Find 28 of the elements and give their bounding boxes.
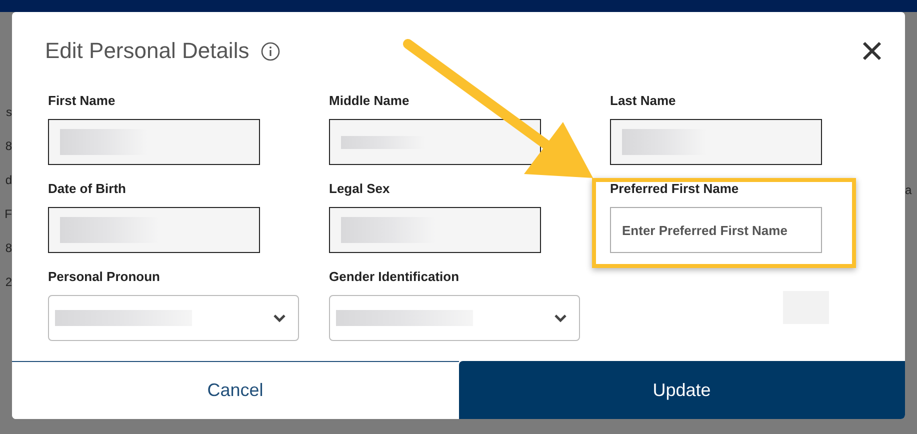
field-label: Middle Name bbox=[329, 93, 410, 108]
dialog-title: Edit Personal Details bbox=[45, 38, 250, 64]
field-label: Legal Sex bbox=[329, 181, 391, 196]
text-field[interactable] bbox=[48, 207, 260, 253]
background-text: 2 bbox=[5, 274, 12, 291]
background-text: d bbox=[5, 172, 12, 189]
cancel-button[interactable]: Cancel bbox=[12, 361, 458, 419]
text-field[interactable] bbox=[329, 119, 541, 165]
background-text: s bbox=[6, 104, 12, 121]
text-field[interactable] bbox=[48, 119, 260, 165]
text-field[interactable] bbox=[329, 207, 541, 253]
field-label: First Name bbox=[48, 93, 116, 108]
chevron-down-icon bbox=[554, 314, 567, 322]
background-text: a bbox=[905, 182, 912, 199]
text-field[interactable] bbox=[610, 119, 822, 165]
field-label: Preferred First Name bbox=[610, 181, 740, 196]
close-button[interactable] bbox=[861, 40, 883, 62]
background-text: F bbox=[4, 206, 12, 223]
field-label: Personal Pronoun bbox=[48, 269, 161, 284]
update-button[interactable]: Update bbox=[458, 361, 905, 419]
field-label: Date of Birth bbox=[48, 181, 127, 196]
text-field[interactable]: Enter Preferred First Name bbox=[610, 207, 822, 253]
info-icon[interactable] bbox=[261, 42, 280, 60]
background-text: 8 bbox=[5, 138, 12, 155]
background-text: 8 bbox=[5, 240, 12, 257]
field-label: Gender Identification bbox=[329, 269, 460, 284]
field-label: Last Name bbox=[610, 93, 677, 108]
chevron-down-icon bbox=[273, 314, 286, 322]
